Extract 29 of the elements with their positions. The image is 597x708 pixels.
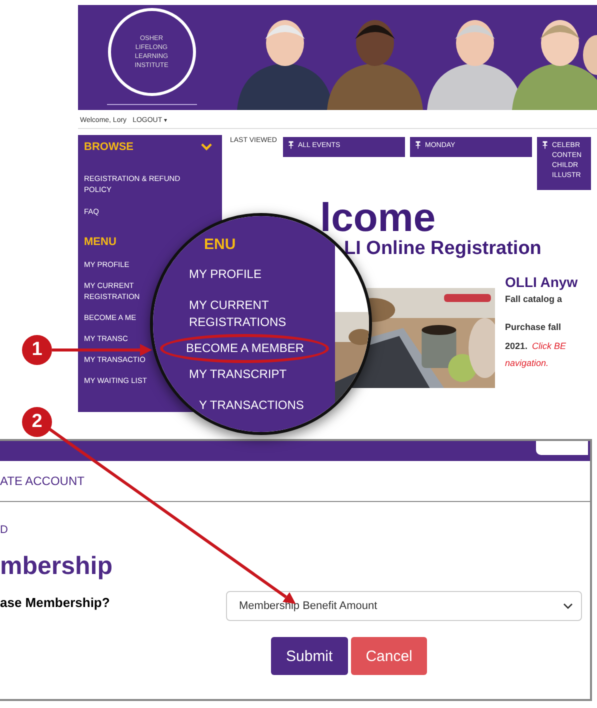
question-label: ase Membership?: [0, 594, 111, 612]
menu-link[interactable]: Y TRANSACTIONS: [196, 394, 307, 417]
feature-heading: OLLI Anyw: [505, 274, 578, 290]
form-button[interactable]: Submit: [271, 637, 348, 675]
page-title: mbership: [0, 552, 113, 581]
welcome-title: lcome: [320, 198, 437, 238]
menu-heading: MENU: [84, 236, 116, 248]
menu-heading: ENU: [204, 236, 236, 253]
feature-text: Fall catalog a: [505, 294, 562, 304]
step-number: 2: [22, 407, 52, 437]
breadcrumb: D: [0, 524, 8, 536]
step-number: 1: [22, 335, 52, 365]
create-account-tab[interactable]: ATE ACCOUNT: [0, 474, 84, 488]
pin-icon[interactable]: [415, 141, 421, 149]
membership-select[interactable]: Membership Benefit Amount: [226, 591, 582, 621]
welcome-subtitle: LI Online Registration: [344, 238, 542, 260]
click-link[interactable]: Click BE: [532, 341, 566, 351]
year-text: 2021.: [505, 341, 528, 351]
pin-icon[interactable]: [288, 141, 294, 149]
form-button[interactable]: Cancel: [350, 637, 428, 675]
menu-link[interactable]: BECOME A MEMBER: [160, 334, 330, 363]
chevron-icon[interactable]: [563, 603, 573, 609]
menu-link[interactable]: MY CURRENT REGISTRATIONS: [186, 294, 322, 334]
feature-note: navigation.: [505, 358, 549, 368]
feature-text: Purchase fall: [505, 322, 562, 332]
browse-heading[interactable]: BROWSE: [84, 141, 134, 153]
menu-link[interactable]: MY PROFILE: [186, 263, 264, 286]
pin-icon[interactable]: [542, 141, 548, 149]
menu-link[interactable]: MY TRANSCRIPT: [186, 363, 290, 386]
